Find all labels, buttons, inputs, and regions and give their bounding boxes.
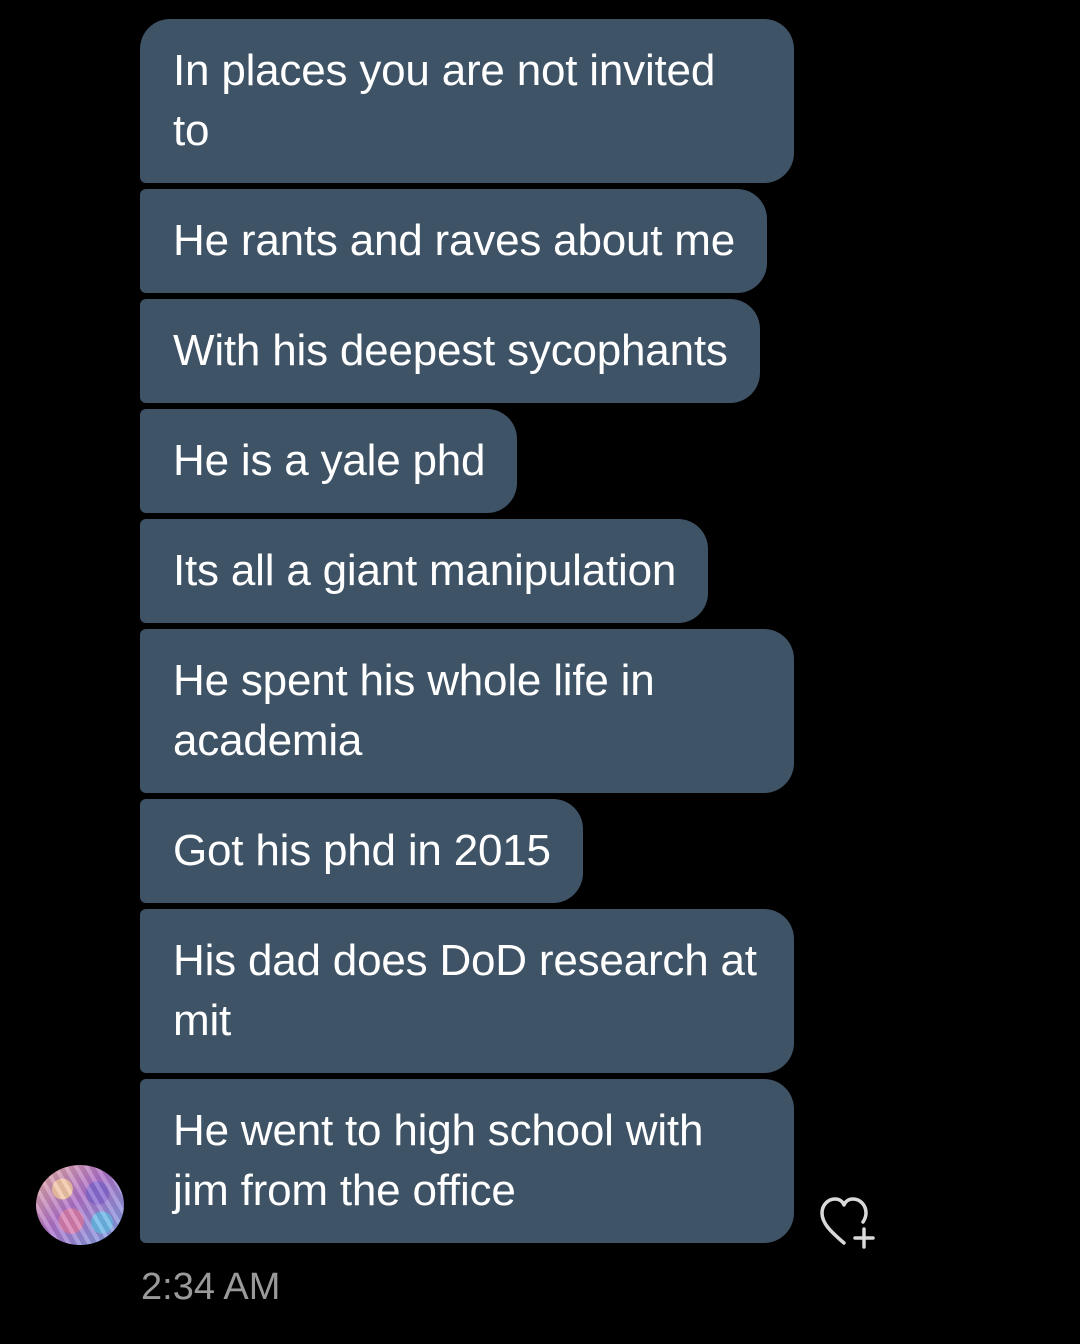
message-bubble[interactable]: Its all a giant manipulation: [140, 519, 709, 623]
message-bubble[interactable]: He rants and raves about me: [140, 189, 768, 293]
message-bubble[interactable]: With his deepest sycophants: [140, 299, 760, 403]
heart-plus-icon[interactable]: [816, 1193, 880, 1251]
message-timestamp: 2:34 AM: [141, 1266, 281, 1308]
message-bubble[interactable]: His dad does DoD research at mit: [140, 909, 794, 1073]
message-bubble[interactable]: He spent his whole life in academia: [140, 629, 794, 793]
message-thread: In places you are not invited to He rant…: [140, 19, 800, 1249]
message-bubble[interactable]: In places you are not invited to: [140, 19, 794, 183]
message-bubble[interactable]: Got his phd in 2015: [140, 799, 583, 903]
message-bubble[interactable]: He went to high school with jim from the…: [140, 1079, 794, 1243]
avatar[interactable]: [36, 1165, 124, 1245]
message-bubble[interactable]: He is a yale phd: [140, 409, 518, 513]
